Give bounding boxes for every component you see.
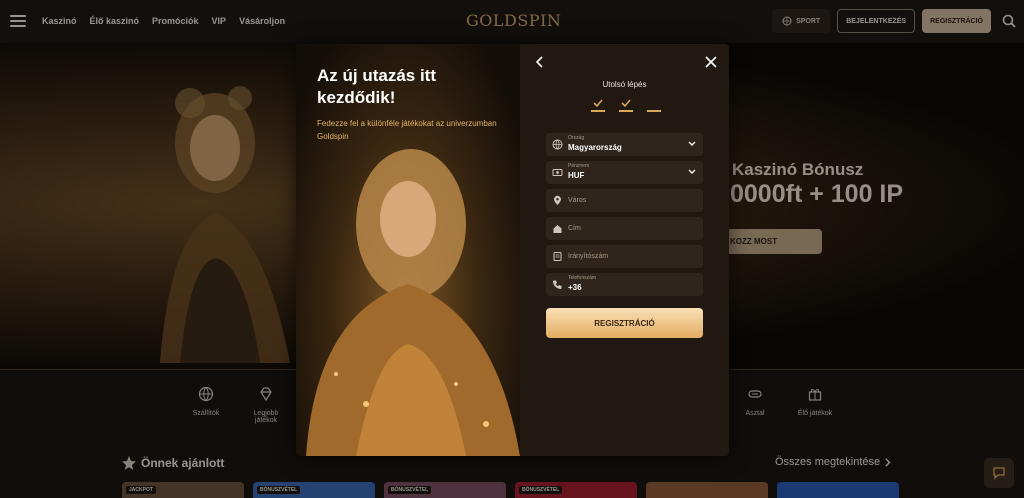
modal-subtitle: Fedezze fel a különféle játékokat az uni… [317, 119, 497, 141]
city-input[interactable]: Város [546, 189, 703, 212]
zip-placeholder: Irányítószám [568, 253, 609, 260]
home-icon [553, 225, 562, 233]
step-indicator [591, 99, 661, 112]
currency-select[interactable]: Pénznem HUF [546, 161, 703, 184]
check-icon [593, 99, 603, 108]
chevron-down-icon [688, 169, 696, 174]
country-value: Magyarország [568, 143, 622, 152]
step-complete [591, 99, 605, 112]
phone-input[interactable]: Telefonszám +36 [546, 273, 703, 296]
modal-promo-panel: Az új utazás itt kezdődik! Fedezze fel a… [296, 44, 520, 456]
phone-icon [553, 280, 562, 289]
location-pin-icon [554, 195, 561, 205]
chevron-down-icon [688, 141, 696, 146]
close-icon[interactable] [705, 56, 717, 68]
currency-label: Pénznem [568, 163, 590, 169]
country-select[interactable]: Ország Magyarország [546, 133, 703, 156]
address-placeholder: Cím [568, 225, 581, 232]
submit-registration-button[interactable]: REGISZTRÁCIÓ [546, 308, 703, 338]
step-current [647, 100, 661, 112]
address-input[interactable]: Cím [546, 217, 703, 240]
check-icon [621, 99, 631, 108]
phone-value: +36 [568, 283, 582, 292]
step-title: Utolsó lépés [602, 80, 647, 89]
registration-modal: Az új utazás itt kezdődik! Fedezze fel a… [296, 44, 729, 456]
currency-value: HUF [568, 171, 585, 180]
mailbox-icon [553, 252, 562, 261]
step-complete [619, 99, 633, 112]
globe-icon [552, 139, 563, 150]
promo-woman-image [306, 149, 520, 456]
city-placeholder: Város [568, 197, 587, 204]
back-arrow-icon[interactable] [534, 56, 546, 68]
modal-title: Az új utazás itt kezdődik! [317, 66, 437, 107]
modal-form-panel: Utolsó lépés Ország Magyarország Pénznem… [520, 44, 729, 456]
page: Kaszinó Élő kaszinó Promóciók VIP Vásáro… [0, 0, 1024, 498]
currency-icon [552, 169, 563, 176]
country-label: Ország [568, 135, 585, 141]
phone-label: Telefonszám [568, 275, 597, 281]
zip-input[interactable]: Irányítószám [546, 245, 703, 268]
